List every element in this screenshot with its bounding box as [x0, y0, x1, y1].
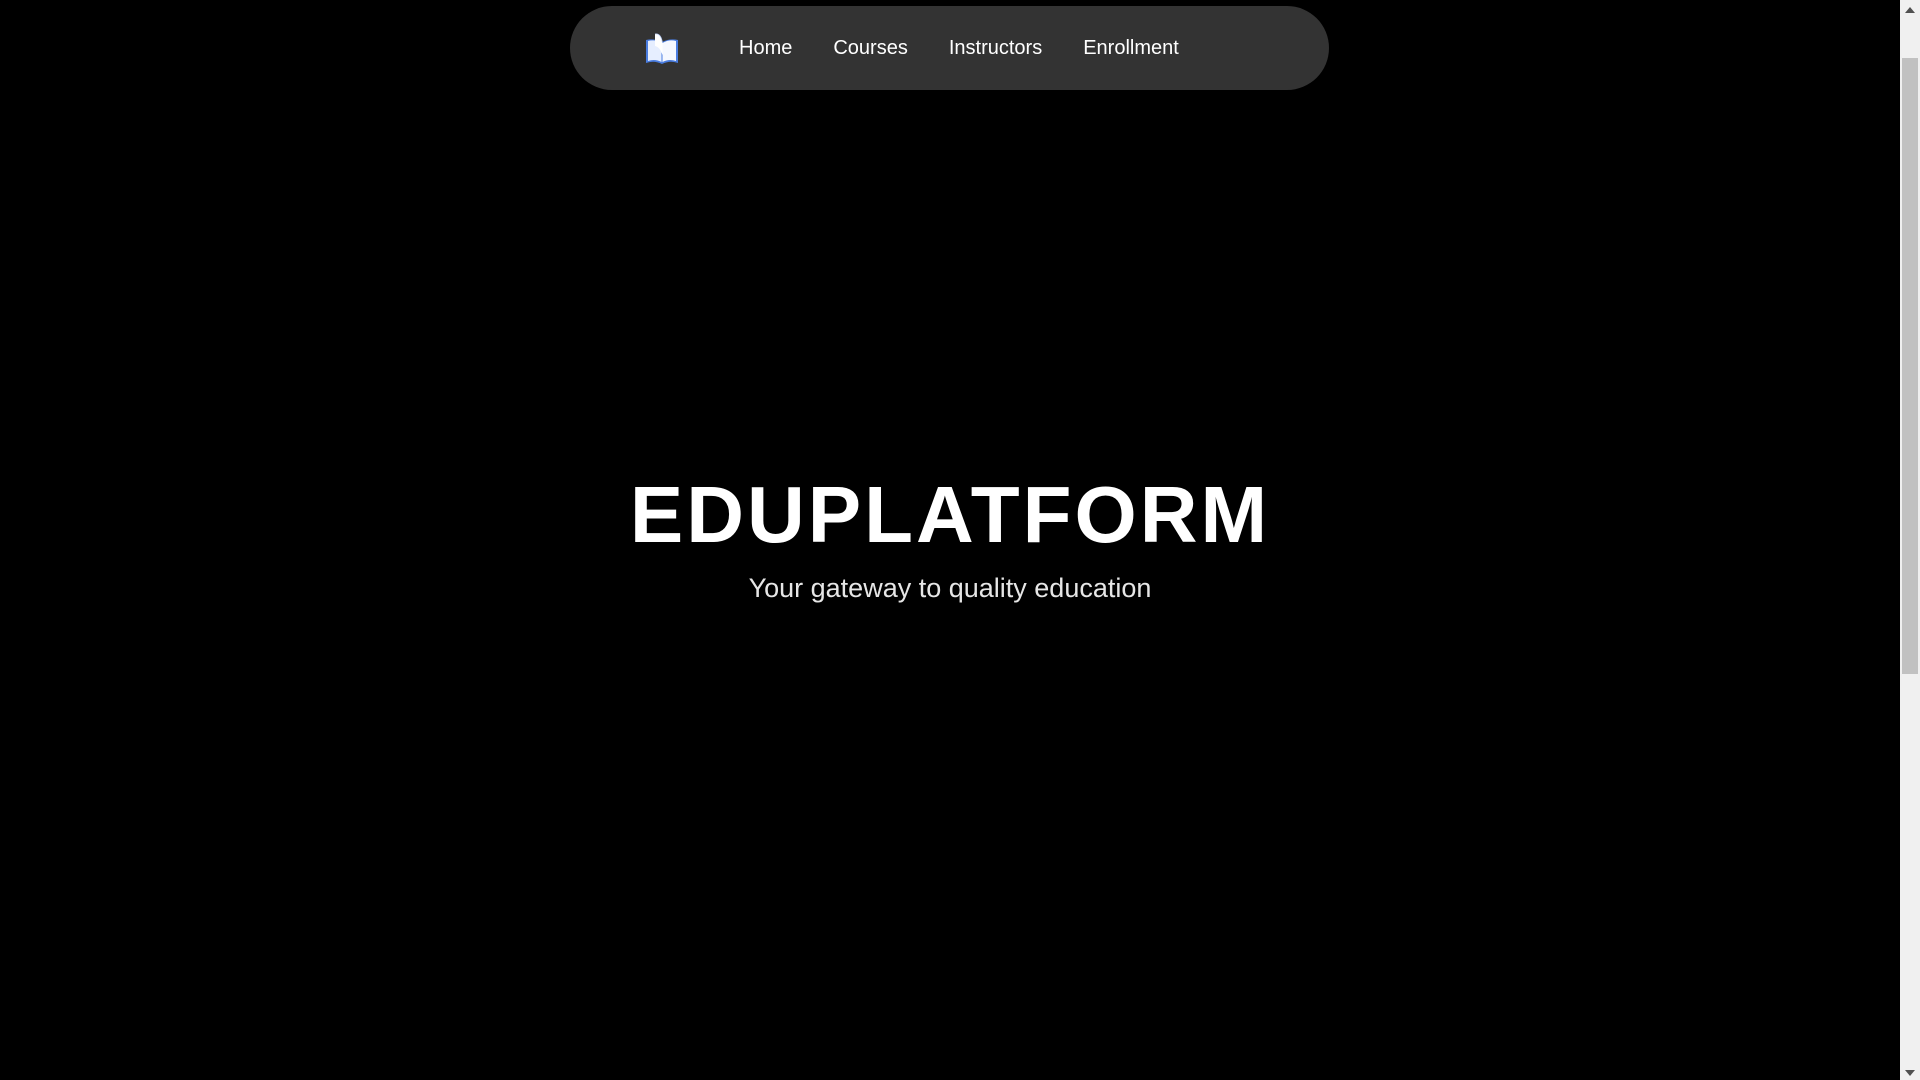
hero-subtitle: Your gateway to quality education	[748, 573, 1152, 603]
vertical-scrollbar[interactable]	[1900, 0, 1920, 1080]
main-navigation: Home Courses Instructors Enrollment	[570, 6, 1329, 90]
scroll-down-arrow-icon	[1905, 1063, 1915, 1080]
logo-link[interactable]	[643, 30, 681, 68]
nav-links: Home Courses Instructors Enrollment	[739, 6, 1179, 90]
scroll-down-button[interactable]	[1900, 1063, 1920, 1080]
page: Home Courses Instructors Enrollment EDUP…	[0, 0, 1900, 1080]
open-book-icon	[643, 30, 681, 68]
nav-link-instructors[interactable]: Instructors	[949, 38, 1042, 58]
scroll-up-arrow-icon	[1905, 0, 1915, 18]
scrollbar-thumb[interactable]	[1902, 58, 1918, 674]
hero-title: EDUPLATFORM	[629, 470, 1271, 559]
nav-link-enrollment[interactable]: Enrollment	[1083, 38, 1179, 58]
scroll-up-button[interactable]	[1900, 0, 1920, 17]
hero-section: EDUPLATFORM Your gateway to quality educ…	[0, 470, 1900, 604]
browser-viewport: Home Courses Instructors Enrollment EDUP…	[0, 0, 1920, 1080]
nav-link-courses[interactable]: Courses	[833, 38, 907, 58]
nav-link-home[interactable]: Home	[739, 38, 792, 58]
